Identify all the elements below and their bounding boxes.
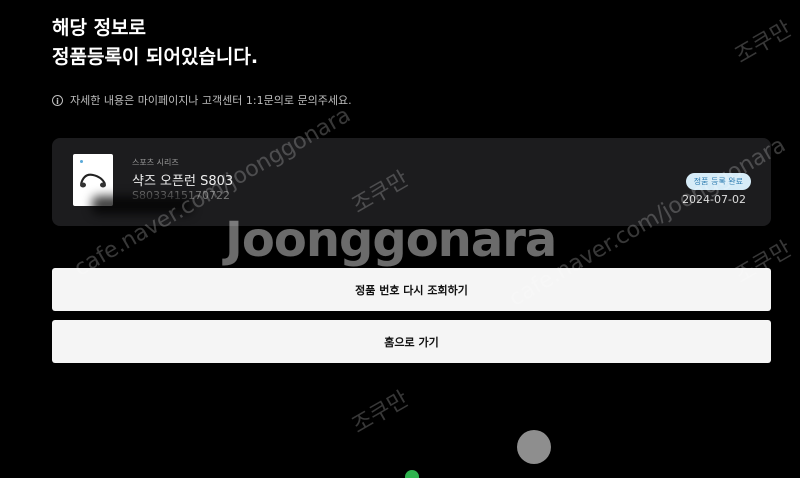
page-heading: 해당 정보로 정품등록이 되어있습니다. [52,14,258,72]
heading-line-1: 해당 정보로 [52,17,147,39]
product-series: 스포츠 시리즈 [132,158,179,167]
floating-button[interactable] [517,430,551,464]
brand-dot-icon [80,160,83,163]
watermark-tag-4: 조쿠만 [348,386,414,439]
re-verify-button[interactable]: 정품 번호 다시 조회하기 [52,268,771,311]
headphone-icon [80,173,106,188]
info-icon: i [52,94,63,106]
notice: i 자세한 내용은 마이페이지나 고객센터 1:1문의로 문의주세요. [52,92,352,108]
heading-line-2: 정품등록이 되어있습니다. [52,46,259,68]
chat-icon[interactable] [405,470,419,478]
notice-text: 자세한 내용은 마이페이지나 고객센터 1:1문의로 문의주세요. [70,94,352,107]
watermark-brand: Joonggonara [225,212,557,268]
watermark-tag-1: 조쿠만 [731,16,797,69]
go-home-button[interactable]: 홈으로 가기 [52,320,771,363]
